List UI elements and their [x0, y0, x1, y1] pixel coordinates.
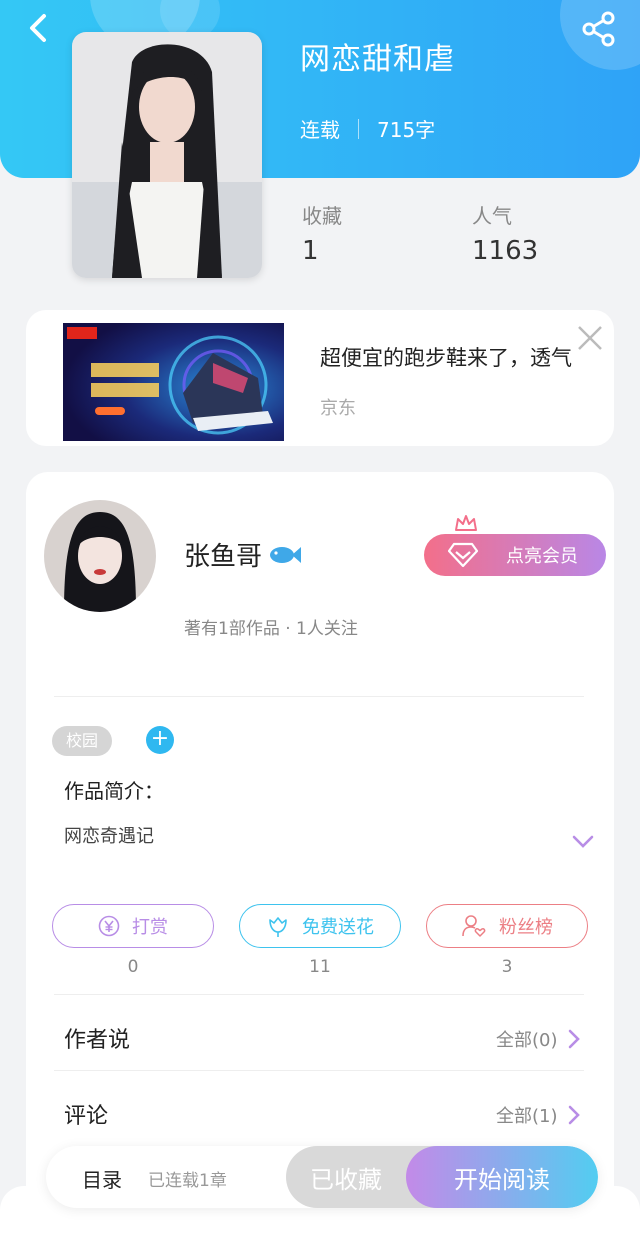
send-flower-label: 免费送花 [302, 917, 374, 938]
close-icon [578, 326, 602, 350]
intro-label: 作品简介： [64, 779, 164, 803]
share-icon [582, 11, 615, 47]
book-cover-image[interactable] [72, 32, 262, 278]
author-avatar[interactable] [44, 500, 156, 612]
book-status: 连载 [300, 118, 340, 142]
author-stats: 著有1部作品 · 1人关注 [184, 619, 358, 639]
divider [54, 1070, 584, 1071]
comments-more-text: 全部(1) [496, 1106, 558, 1127]
genre-tag[interactable]: 校园 [52, 726, 113, 756]
author-says-more-link[interactable]: 全部(0) [496, 1026, 580, 1052]
comments-more-link[interactable]: 全部(1) [496, 1102, 580, 1128]
favorited-label: 已收藏 [310, 1165, 382, 1194]
bottom-action-bar: 目录 已连载1章 已收藏 开始阅读 [46, 1146, 598, 1208]
comments-label: 评论 [64, 1104, 109, 1129]
chevron-right-icon [568, 1105, 580, 1125]
book-meta: 连载 715字 [300, 114, 435, 143]
author-says-label: 作者说 [64, 1028, 131, 1053]
add-tag-button[interactable]: + [146, 726, 174, 754]
diamond-icon [448, 542, 478, 568]
author-name-text: 张鱼哥 [184, 542, 263, 572]
tip-button[interactable]: 打赏 [52, 904, 214, 948]
flower-count: 11 [309, 957, 331, 977]
user-heart-icon [462, 915, 486, 937]
ad-close-button[interactable] [574, 322, 606, 354]
ad-image[interactable] [63, 323, 284, 441]
send-flower-button[interactable]: 免费送花 [239, 904, 401, 948]
fish-badge-icon [270, 546, 302, 563]
ad-title[interactable]: 超便宜的跑步鞋来了，透气 [320, 342, 572, 372]
ad-source: 京东 [320, 398, 356, 419]
meta-separator [358, 118, 359, 139]
author-name[interactable]: 张鱼哥 [184, 536, 302, 573]
divider [54, 696, 584, 697]
book-detail-card: 张鱼哥 著有1部作品 · 1人关注 点亮会员 校园 + 作品简介： 网恋奇遇记 [26, 472, 614, 1212]
tip-count: 0 [127, 957, 139, 977]
divider [54, 994, 584, 995]
table-of-contents-button[interactable]: 目录 [82, 1164, 122, 1193]
fan-count: 3 [501, 957, 513, 977]
crown-icon [455, 515, 477, 531]
fan-ranking-button[interactable]: 粉丝榜 [426, 904, 588, 948]
vip-button-label: 点亮会员 [506, 546, 578, 567]
share-button[interactable] [580, 10, 618, 48]
intro-text: 网恋奇遇记 [64, 826, 154, 847]
yen-coin-icon [98, 915, 120, 937]
stat-value-popularity: 1163 [472, 236, 539, 266]
ad-card[interactable]: 超便宜的跑步鞋来了，透气 京东 [26, 310, 614, 446]
flower-icon [269, 917, 287, 937]
book-word-count: 715字 [377, 118, 436, 142]
start-reading-label: 开始阅读 [454, 1165, 550, 1194]
vip-button[interactable]: 点亮会员 [424, 515, 606, 576]
back-button[interactable] [22, 10, 58, 46]
chevron-right-icon [568, 1029, 580, 1049]
chevron-left-icon [30, 14, 46, 42]
chapter-count: 已连载1章 [148, 1171, 227, 1191]
stat-label-popularity: 人气 [472, 204, 512, 228]
stat-label-favorites: 收藏 [302, 204, 342, 228]
author-says-more-text: 全部(0) [496, 1030, 558, 1051]
chevron-down-icon[interactable] [572, 834, 594, 853]
tip-button-label: 打赏 [132, 917, 168, 938]
fan-ranking-label: 粉丝榜 [499, 917, 553, 938]
stat-value-favorites: 1 [302, 236, 319, 266]
book-title: 网恋甜和虐 [300, 42, 455, 77]
start-reading-button[interactable]: 开始阅读 [406, 1146, 598, 1208]
